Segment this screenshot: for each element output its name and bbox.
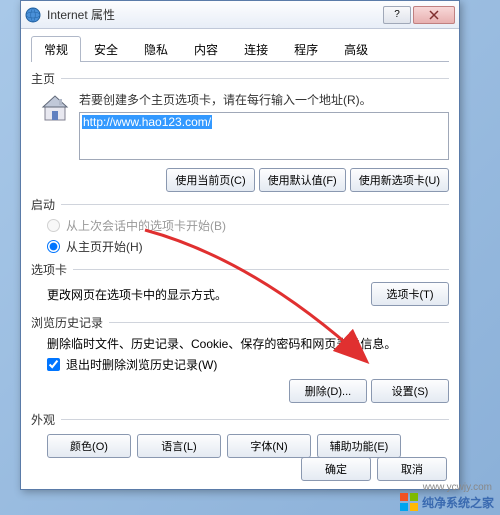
languages-button[interactable]: 语言(L): [137, 434, 221, 458]
cancel-button[interactable]: 取消: [377, 457, 447, 481]
use-newtab-button[interactable]: 使用新选项卡(U): [350, 168, 449, 192]
close-icon: [429, 10, 439, 20]
dialog-footer: 确定 取消: [301, 457, 447, 481]
close-button[interactable]: [413, 6, 455, 24]
startup-section-label: 启动: [31, 196, 449, 213]
delete-button[interactable]: 删除(D)...: [289, 379, 367, 403]
settings-button[interactable]: 设置(S): [371, 379, 449, 403]
delete-on-exit-checkbox[interactable]: 退出时删除浏览历史记录(W): [31, 354, 449, 377]
windows-logo-icon: [400, 493, 418, 511]
watermark-url: www.ycwjy.com: [423, 482, 492, 493]
tab-general[interactable]: 常规: [31, 36, 81, 62]
tabs-section-label: 选项卡: [31, 261, 449, 278]
accessibility-button[interactable]: 辅助功能(E): [317, 434, 401, 458]
tab-connections[interactable]: 连接: [231, 36, 281, 62]
tabs-button[interactable]: 选项卡(T): [371, 282, 449, 306]
delete-on-exit-input[interactable]: [47, 358, 60, 371]
appearance-section-label: 外观: [31, 411, 449, 428]
help-button[interactable]: ?: [383, 6, 411, 24]
internet-properties-dialog: Internet 属性 ? 常规 安全 隐私 内容 连接 程序 高级 主页: [20, 0, 460, 490]
tab-strip: 常规 安全 隐私 内容 连接 程序 高级: [31, 35, 449, 62]
tab-programs[interactable]: 程序: [281, 36, 331, 62]
globe-icon: [25, 7, 41, 23]
tabs-description: 更改网页在选项卡中的显示方式。: [47, 286, 227, 303]
radio-last-session[interactable]: 从上次会话中的选项卡开始(B): [31, 215, 449, 236]
radio-last-session-input: [47, 219, 60, 232]
history-description: 删除临时文件、历史记录、Cookie、保存的密码和网页表单信息。: [31, 333, 449, 354]
ok-button[interactable]: 确定: [301, 457, 371, 481]
tab-content[interactable]: 内容: [181, 36, 231, 62]
colors-button[interactable]: 颜色(O): [47, 434, 131, 458]
watermark: 纯净系统之家: [400, 493, 494, 511]
homepage-hint: 若要创建多个主页选项卡，请在每行输入一个地址(R)。: [79, 91, 449, 108]
tab-advanced[interactable]: 高级: [331, 36, 381, 62]
history-section-label: 浏览历史记录: [31, 314, 449, 331]
radio-homepage[interactable]: 从主页开始(H): [31, 236, 449, 257]
use-default-button[interactable]: 使用默认值(F): [259, 168, 346, 192]
titlebar: Internet 属性 ?: [21, 1, 459, 29]
tab-security[interactable]: 安全: [81, 36, 131, 62]
radio-homepage-input[interactable]: [47, 240, 60, 253]
homepage-url-textarea[interactable]: http://www.hao123.com/: [79, 112, 449, 160]
window-title: Internet 属性: [47, 6, 383, 23]
homepage-section-label: 主页: [31, 70, 449, 87]
fonts-button[interactable]: 字体(N): [227, 434, 311, 458]
house-icon: [39, 91, 71, 123]
tab-privacy[interactable]: 隐私: [131, 36, 181, 62]
use-current-button[interactable]: 使用当前页(C): [166, 168, 254, 192]
